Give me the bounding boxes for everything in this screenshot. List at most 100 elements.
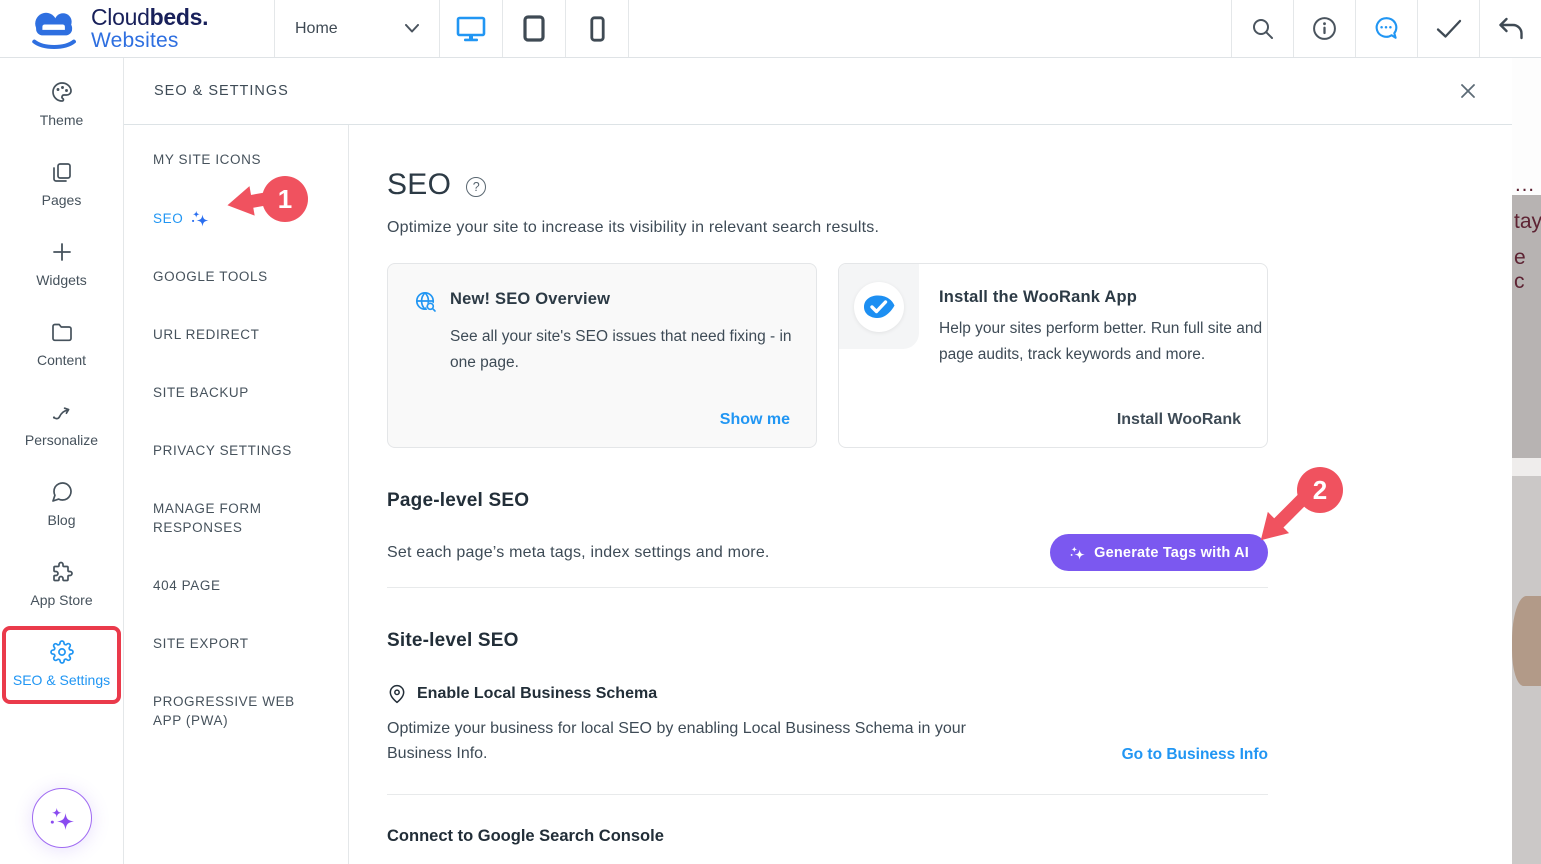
- sidebar-item-personalize[interactable]: Personalize: [0, 384, 123, 464]
- close-panel-button[interactable]: [1456, 79, 1480, 103]
- brand-name: Cloud: [91, 4, 150, 30]
- menu-item-site-backup[interactable]: SITE BACKUP: [153, 383, 318, 402]
- ai-assistant-button[interactable]: [32, 788, 92, 848]
- sidebar-item-label: Blog: [47, 512, 75, 528]
- annotation-step-2-badge: 2: [1297, 467, 1343, 513]
- background-text-fragment: tay: [1514, 210, 1541, 234]
- menu-item-manage-form-responses[interactable]: MANAGE FORM RESPONSES: [153, 499, 318, 537]
- page-level-seo-heading: Page-level SEO: [387, 490, 1268, 512]
- sparkles-icon: [48, 804, 76, 832]
- woorank-card: Install the WooRank App Help your sites …: [838, 263, 1268, 448]
- desktop-preview-button[interactable]: [440, 0, 503, 57]
- settings-menu: MY SITE ICONS SEO GOOGLE TOOLS URL REDIR…: [124, 125, 349, 864]
- sidebar-item-label: Content: [37, 352, 86, 368]
- palette-icon: [50, 80, 74, 104]
- page-title: SEO: [387, 168, 451, 202]
- show-me-link[interactable]: Show me: [720, 411, 790, 429]
- generate-tags-with-ai-button[interactable]: Generate Tags with AI: [1050, 534, 1268, 571]
- undo-icon: [1498, 17, 1524, 41]
- seo-settings-panel: SEO & SETTINGS MY SITE ICONS SEO: [123, 58, 1512, 864]
- location-pin-icon: [387, 684, 407, 704]
- site-preview-photo: [1512, 195, 1541, 458]
- undo-button[interactable]: [1479, 0, 1541, 57]
- sidebar-item-label: Theme: [40, 112, 84, 128]
- sidebar-item-widgets[interactable]: Widgets: [0, 224, 123, 304]
- info-icon: [1312, 16, 1337, 41]
- sidebar-item-label: Pages: [42, 192, 82, 208]
- sidebar-item-seo-settings[interactable]: SEO & Settings: [0, 624, 123, 704]
- tablet-icon: [523, 15, 545, 42]
- sidebar-item-pages[interactable]: Pages: [0, 144, 123, 224]
- chat-bubble-icon: [1373, 16, 1400, 41]
- desktop-monitor-icon: [456, 16, 486, 42]
- woorank-logo-icon: [862, 294, 896, 320]
- gear-icon: [50, 640, 74, 664]
- panel-title: SEO & SETTINGS: [154, 83, 289, 99]
- background-text-fragment: …: [1514, 173, 1535, 197]
- search-button[interactable]: [1231, 0, 1293, 57]
- site-preview-detail: [1512, 596, 1541, 686]
- sidebar-item-blog[interactable]: Blog: [0, 464, 123, 544]
- speech-bubble-icon: [50, 480, 74, 504]
- check-icon: [1436, 19, 1462, 39]
- cloudbeds-logo-icon: [28, 7, 82, 51]
- google-search-console-heading: Connect to Google Search Console: [387, 827, 1268, 846]
- card-body: Help your sites perform better. Run full…: [939, 316, 1284, 368]
- product-name: Websites: [91, 30, 208, 51]
- menu-item-404-page[interactable]: 404 PAGE: [153, 576, 318, 595]
- seo-overview-card: New! SEO Overview See all your site's SE…: [387, 263, 817, 448]
- logo-text: Cloudbeds. Websites: [91, 6, 208, 51]
- go-to-business-info-link[interactable]: Go to Business Info: [1122, 746, 1268, 764]
- editor-sidebar: Theme Pages Widgets Content Personalize: [0, 58, 123, 864]
- app-logo: Cloudbeds. Websites: [0, 0, 275, 57]
- chevron-down-icon: [405, 24, 419, 33]
- help-icon[interactable]: ?: [466, 177, 486, 197]
- top-toolbar: Cloudbeds. Websites Home: [0, 0, 1541, 58]
- sidebar-item-label: SEO & Settings: [13, 672, 110, 688]
- menu-item-progressive-web-app[interactable]: PROGRESSIVE WEB APP (PWA): [153, 692, 318, 730]
- mobile-preview-button[interactable]: [566, 0, 629, 57]
- smartphone-icon: [590, 16, 605, 42]
- sidebar-item-content[interactable]: Content: [0, 304, 123, 384]
- local-business-schema-heading: Enable Local Business Schema: [417, 685, 657, 703]
- search-icon: [1251, 17, 1275, 41]
- publish-check-button[interactable]: [1417, 0, 1479, 57]
- comments-button[interactable]: [1355, 0, 1417, 57]
- globe-search-icon: [414, 290, 438, 314]
- menu-item-google-tools[interactable]: GOOGLE TOOLS: [153, 267, 318, 286]
- site-level-seo-heading: Site-level SEO: [387, 630, 1268, 652]
- pages-icon: [50, 160, 74, 184]
- page-subtitle: Optimize your site to increase its visib…: [387, 219, 1268, 237]
- site-preview-photo-lower: [1512, 476, 1541, 864]
- tablet-preview-button[interactable]: [503, 0, 566, 57]
- sidebar-item-app-store[interactable]: App Store: [0, 544, 123, 624]
- install-woorank-link[interactable]: Install WooRank: [1117, 411, 1241, 429]
- page-selector-value: Home: [295, 20, 338, 38]
- card-body: See all your site's SEO issues that need…: [450, 324, 795, 376]
- page-selector[interactable]: Home: [275, 0, 440, 57]
- toolbar-spacer: [629, 0, 1231, 57]
- divider: [387, 794, 1268, 795]
- local-business-schema-description: Optimize your business for local SEO by …: [387, 716, 1012, 766]
- puzzle-icon: [50, 560, 74, 584]
- page-level-seo-description: Set each page’s meta tags, index setting…: [387, 544, 770, 562]
- sidebar-item-label: Widgets: [36, 272, 87, 288]
- button-label: Generate Tags with AI: [1094, 545, 1249, 561]
- menu-item-my-site-icons[interactable]: MY SITE ICONS: [153, 150, 318, 169]
- site-preview-molding: [1512, 458, 1541, 476]
- menu-item-privacy-settings[interactable]: PRIVACY SETTINGS: [153, 441, 318, 460]
- info-button[interactable]: [1293, 0, 1355, 57]
- menu-item-site-export[interactable]: SITE EXPORT: [153, 634, 318, 653]
- divider: [387, 587, 1268, 588]
- sparkles-icon: [190, 208, 210, 228]
- sidebar-item-label: Personalize: [25, 432, 98, 448]
- folder-icon: [50, 320, 74, 344]
- card-title: New! SEO Overview: [450, 290, 610, 309]
- annotation-step-1-badge: 1: [262, 176, 308, 222]
- menu-item-url-redirect[interactable]: URL REDIRECT: [153, 325, 318, 344]
- sidebar-item-label: App Store: [30, 592, 92, 608]
- woorank-logo-block: [839, 264, 919, 349]
- sidebar-item-theme[interactable]: Theme: [0, 64, 123, 144]
- menu-item-label: SEO: [153, 209, 183, 228]
- site-preview-background: … tay e c: [1512, 58, 1541, 864]
